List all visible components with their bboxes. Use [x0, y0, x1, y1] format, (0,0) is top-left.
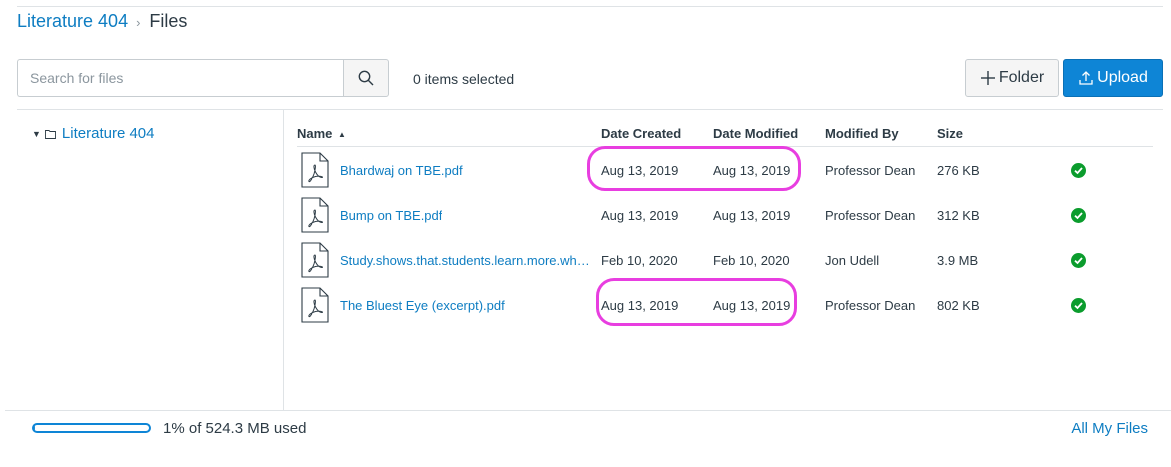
- search-icon: [358, 70, 374, 86]
- file-size: 312 KB: [937, 208, 980, 223]
- column-header-modified-by[interactable]: Modified By: [825, 126, 899, 141]
- file-size: 802 KB: [937, 298, 980, 313]
- items-selected-count: 0 items selected: [413, 71, 515, 87]
- file-name-link[interactable]: The Bluest Eye (excerpt).pdf: [340, 298, 505, 313]
- caret-down-icon[interactable]: ▼: [32, 129, 41, 139]
- pdf-file-icon: [301, 152, 329, 191]
- add-folder-button[interactable]: Folder: [965, 59, 1059, 97]
- published-check-icon[interactable]: [1071, 298, 1086, 316]
- published-check-icon[interactable]: [1071, 163, 1086, 181]
- search-button[interactable]: [343, 59, 389, 97]
- all-my-files-link[interactable]: All My Files: [1071, 420, 1148, 437]
- file-size: 276 KB: [937, 163, 980, 178]
- folder-tree: ▼ Literature 404: [17, 110, 284, 410]
- storage-quota-bar: [32, 423, 151, 433]
- column-header-name[interactable]: Name ▲: [297, 126, 346, 141]
- date-created: Feb 10, 2020: [601, 253, 678, 268]
- annotation-highlight-circle: [587, 146, 801, 191]
- breadcrumb-current: Files: [149, 11, 188, 31]
- date-created: Aug 13, 2019: [601, 208, 679, 223]
- column-header-size[interactable]: Size: [937, 126, 963, 141]
- file-name-link[interactable]: Study.shows.that.students.learn.more.whe…: [340, 253, 592, 268]
- upload-icon: [1078, 70, 1094, 86]
- table-row[interactable]: Study.shows.that.students.learn.more.whe…: [297, 237, 1153, 282]
- add-folder-label: Folder: [998, 69, 1045, 86]
- annotation-highlight-circle: [596, 278, 797, 326]
- top-divider: [17, 6, 1163, 7]
- date-modified: Feb 10, 2020: [713, 253, 790, 268]
- table-row[interactable]: Bump on TBE.pdf Aug 13, 2019 Aug 13, 201…: [297, 192, 1153, 237]
- storage-quota-fill: [34, 425, 36, 431]
- search-input[interactable]: [17, 59, 344, 97]
- folder-icon: [44, 129, 56, 139]
- sort-ascending-icon: ▲: [338, 130, 346, 139]
- table-header: Name ▲ Date Created Date Modified Modifi…: [297, 118, 1153, 147]
- file-name-link[interactable]: Bump on TBE.pdf: [340, 208, 442, 223]
- upload-label: Upload: [1097, 69, 1148, 86]
- column-header-name-label: Name: [297, 126, 333, 141]
- file-name-link[interactable]: Bhardwaj on TBE.pdf: [340, 163, 463, 178]
- column-header-date-created[interactable]: Date Created: [601, 126, 681, 141]
- pdf-file-icon: [301, 197, 329, 236]
- storage-quota-label: 1% of 524.3 MB used: [163, 420, 307, 437]
- breadcrumb: Literature 404 › Files: [17, 11, 187, 32]
- tree-item-label: Literature 404: [61, 125, 155, 142]
- tree-item-literature-404[interactable]: ▼ Literature 404: [32, 125, 155, 142]
- date-modified: Aug 13, 2019: [713, 208, 791, 223]
- published-check-icon[interactable]: [1071, 253, 1086, 271]
- column-header-date-modified[interactable]: Date Modified: [713, 126, 798, 141]
- upload-button[interactable]: Upload: [1063, 59, 1163, 97]
- modified-by: Professor Dean: [825, 298, 916, 313]
- plus-icon: [980, 70, 996, 86]
- modified-by: Professor Dean: [825, 208, 916, 223]
- pdf-file-icon: [301, 242, 329, 281]
- modified-by: Professor Dean: [825, 163, 916, 178]
- footer-divider: [5, 410, 1171, 411]
- published-check-icon[interactable]: [1071, 208, 1086, 226]
- pdf-file-icon: [301, 287, 329, 326]
- breadcrumb-course-link[interactable]: Literature 404: [17, 11, 128, 32]
- file-size: 3.9 MB: [937, 253, 979, 268]
- breadcrumb-separator-icon: ›: [136, 15, 141, 30]
- modified-by: Jon Udell: [825, 253, 880, 268]
